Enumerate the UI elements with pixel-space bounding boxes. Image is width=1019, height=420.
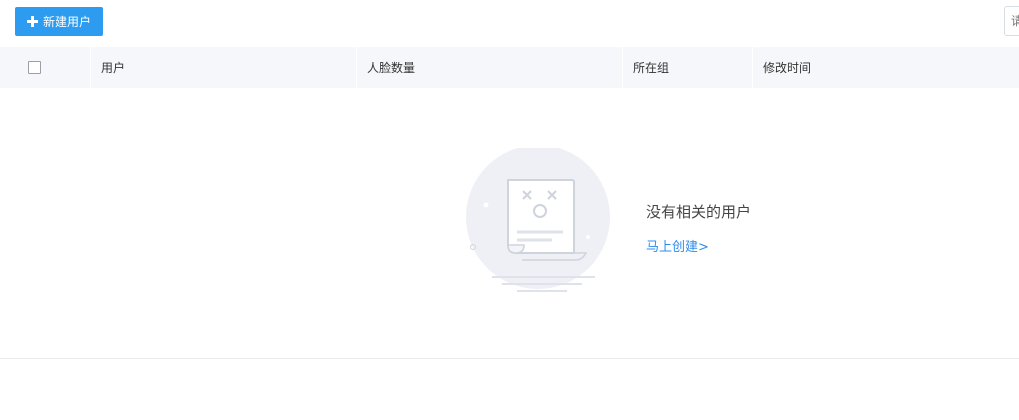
empty-document-icon — [466, 148, 610, 292]
column-header-group-label: 所在组 — [633, 61, 670, 75]
select-all-checkbox[interactable] — [28, 61, 41, 74]
column-header-modified-time-label: 修改时间 — [763, 61, 812, 75]
column-header-user-label: 用户 — [101, 61, 126, 75]
column-header-modified-time: 修改时间 — [752, 47, 1019, 88]
column-header-group: 所在组 — [622, 47, 752, 88]
toolbar: 新建用户 — [0, 0, 1019, 46]
plus-icon — [26, 16, 38, 27]
column-header-face-count: 人脸数量 — [356, 47, 622, 88]
search-input[interactable] — [1004, 6, 1019, 36]
column-header-user: 用户 — [90, 47, 356, 88]
new-user-button-label: 新建用户 — [42, 15, 91, 29]
empty-message: 没有相关的用户 — [646, 203, 752, 221]
bottom-divider — [0, 358, 1019, 359]
new-user-button[interactable]: 新建用户 — [15, 7, 103, 36]
table-header: 用户 人脸数量 所在组 修改时间 — [0, 47, 1019, 88]
header-select-all-cell — [0, 47, 90, 88]
create-now-link[interactable]: 马上创建> — [646, 236, 709, 255]
user-management-page: 新建用户 用户 人脸数量 所在组 修改时间 — [0, 0, 1019, 420]
column-header-face-count-label: 人脸数量 — [367, 61, 416, 75]
empty-state: 没有相关的用户 马上创建> — [0, 88, 1019, 358]
